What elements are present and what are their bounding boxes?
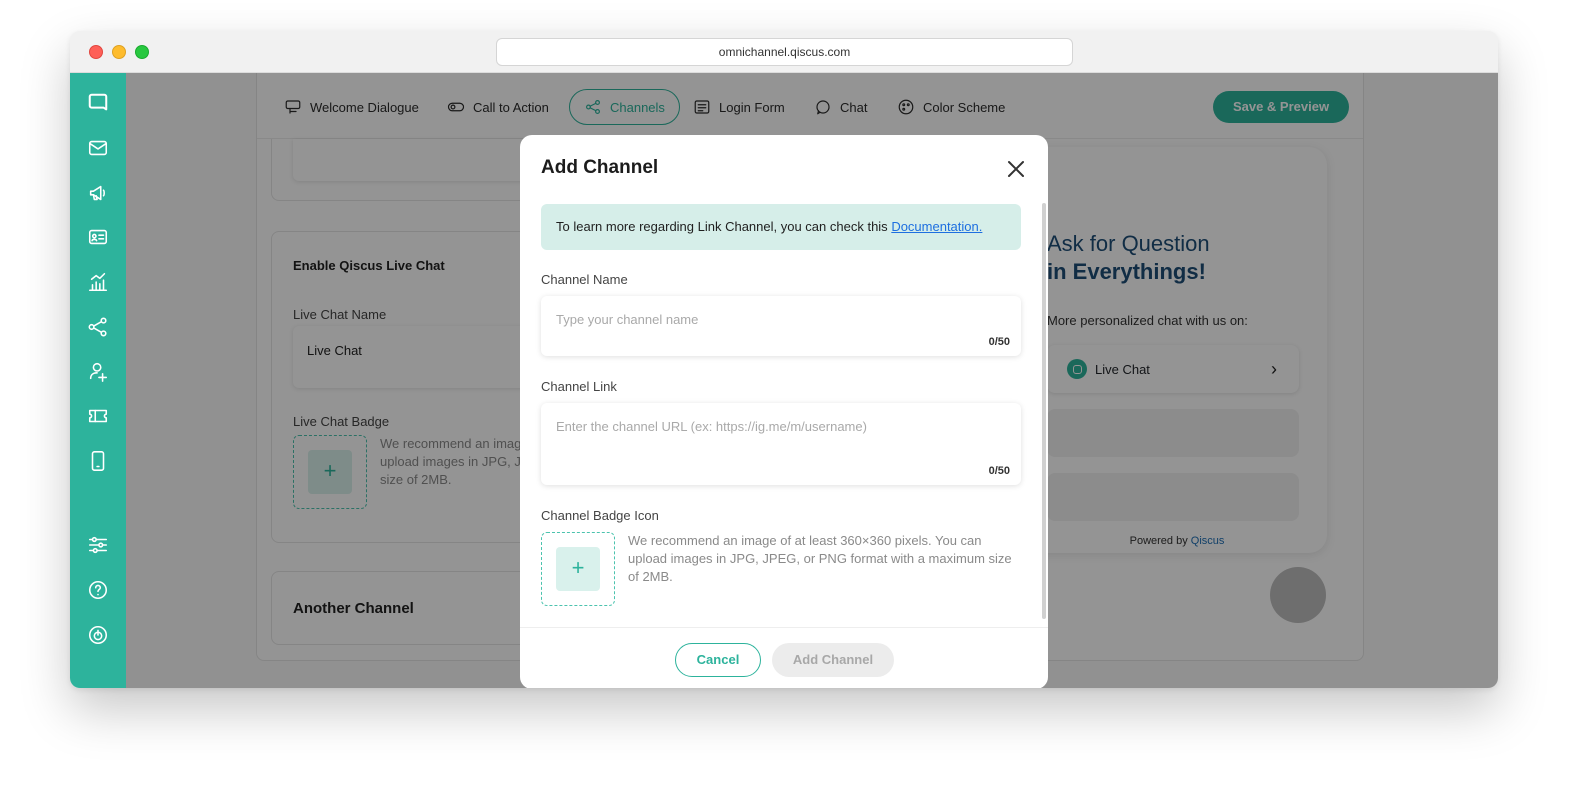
channel-name-counter: 0/50 [988,336,1010,348]
share-nodes-icon[interactable] [86,315,110,339]
close-modal-button[interactable] [1004,157,1028,181]
browser-window: omnichannel.qiscus.com Welcome Dialogue … [70,31,1498,688]
channel-name-input[interactable]: Type your channel name 0/50 [541,296,1021,356]
channel-badge-upload[interactable]: + [541,532,615,606]
minimize-window-button[interactable] [112,45,126,59]
browser-titlebar: omnichannel.qiscus.com [70,31,1498,73]
plus-icon: + [556,547,600,591]
channel-badge-hint: We recommend an image of at least 360×36… [628,533,1012,584]
channel-badge-label: Channel Badge Icon [541,508,659,523]
channel-name-label: Channel Name [541,272,628,287]
mobile-icon[interactable] [86,449,110,473]
analytics-icon[interactable] [86,270,110,294]
settings-sliders-icon[interactable] [86,533,110,557]
close-icon [1008,161,1024,177]
agent-icon[interactable] [86,359,110,383]
close-window-button[interactable] [89,45,103,59]
modal-footer: Cancel Add Channel [520,627,1048,688]
channel-link-counter: 0/50 [988,465,1010,477]
megaphone-icon[interactable] [86,181,110,205]
address-bar[interactable]: omnichannel.qiscus.com [496,38,1073,66]
qiscus-logo-icon[interactable] [86,91,110,115]
channel-link-input[interactable]: Enter the channel URL (ex: https://ig.me… [541,403,1021,485]
add-channel-button[interactable]: Add Channel [772,643,894,677]
documentation-info-banner: To learn more regarding Link Channel, yo… [541,204,1021,250]
cancel-button[interactable]: Cancel [675,643,761,677]
sidebar [70,73,126,688]
mail-icon[interactable] [86,136,110,160]
channel-link-label: Channel Link [541,379,617,394]
ticket-icon[interactable] [86,404,110,428]
modal-title: Add Channel [541,157,659,178]
power-icon[interactable] [86,623,110,647]
documentation-link[interactable]: Documentation. [891,219,982,234]
modal-scrollbar[interactable] [1042,203,1046,619]
maximize-window-button[interactable] [135,45,149,59]
help-icon[interactable] [86,578,110,602]
contact-card-icon[interactable] [86,225,110,249]
add-channel-modal: Add Channel To learn more regarding Link… [520,135,1048,688]
app-area: Welcome Dialogue Call to Action Channels… [70,73,1498,688]
channel-link-placeholder: Enter the channel URL (ex: https://ig.me… [556,419,867,434]
info-text: To learn more regarding Link Channel, yo… [556,219,888,234]
channel-name-placeholder: Type your channel name [556,312,699,327]
